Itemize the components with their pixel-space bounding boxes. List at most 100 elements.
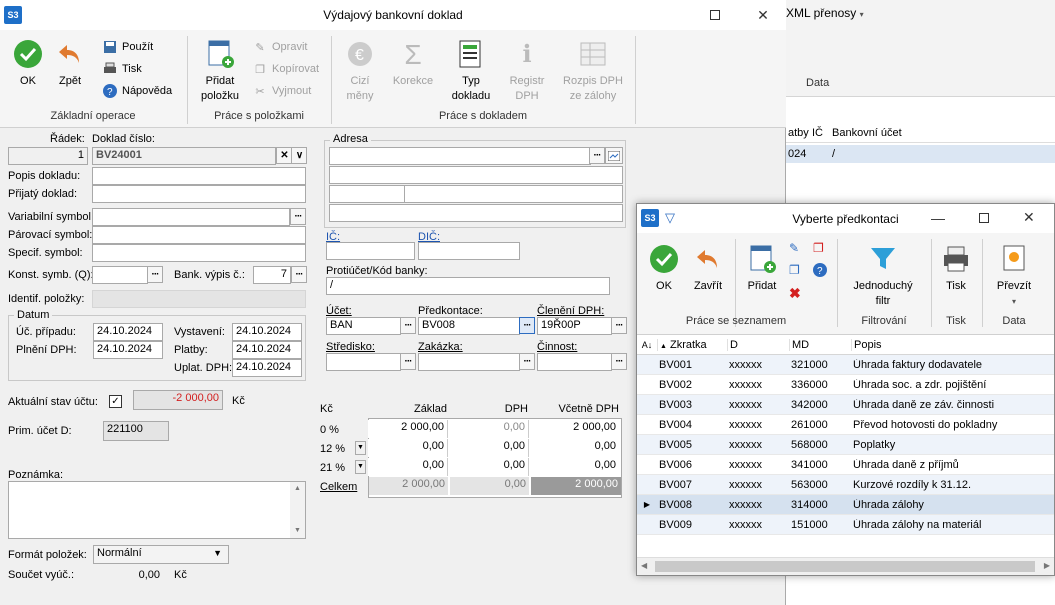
dic-field[interactable] — [418, 242, 520, 260]
browse-button[interactable]: ··· — [519, 353, 535, 370]
maximize-icon[interactable] — [979, 213, 989, 223]
address-zip-field[interactable] — [329, 185, 405, 203]
popup-add-button[interactable]: Přidat — [741, 243, 783, 294]
column-header-md[interactable]: MD — [789, 338, 851, 351]
address-book-icon[interactable] — [605, 147, 623, 164]
chevron-down-icon[interactable]: ∨ — [291, 147, 307, 164]
vat-amount-cell[interactable]: 0,00 — [450, 458, 529, 476]
issued-date-field[interactable]: 24.10.2024 — [232, 323, 302, 341]
account-field[interactable]: BAN — [326, 317, 401, 335]
table-row[interactable]: BV002 xxxxxx 336000 Úhrada soc. a zdr. poji… — [637, 375, 1054, 395]
center-field[interactable] — [326, 353, 401, 371]
add-item-button[interactable]: Přidat položku — [196, 38, 244, 104]
vat-class-field[interactable]: 19Ř00P — [537, 317, 612, 335]
clear-icon[interactable]: ✕ — [276, 147, 292, 164]
activity-field[interactable] — [537, 353, 612, 371]
item-format-select[interactable]: Normální ▼ — [93, 545, 229, 564]
vat-incl-cell[interactable]: 0,00 — [531, 439, 619, 457]
vat-base-cell[interactable]: 2 000,00 — [368, 420, 448, 438]
help-icon[interactable]: ? — [813, 263, 827, 280]
address-city-field[interactable] — [404, 185, 623, 203]
help-button[interactable]: ? Nápověda — [102, 80, 172, 102]
acc-case-date-field[interactable]: 24.10.2024 — [93, 323, 163, 341]
copy-icon[interactable]: ❐ — [789, 263, 803, 277]
table-row[interactable]: BV007 xxxxxx 563000 Kurzové rozdíly k 31.12… — [637, 475, 1054, 495]
sort-icon[interactable]: A↓ — [637, 340, 657, 350]
column-header-code[interactable]: ▲ Zkratka — [657, 338, 727, 351]
back-button[interactable]: Zpět — [50, 38, 90, 89]
browse-button[interactable]: ··· — [147, 266, 163, 283]
column-header-desc[interactable]: Popis — [851, 338, 1054, 351]
table-row[interactable]: BV006 xxxxxx 341000 Úhrada daně z příjmů — [637, 455, 1054, 475]
browse-button[interactable]: ··· — [519, 317, 535, 334]
note-scrollbar[interactable]: ▲ ▼ — [290, 482, 305, 538]
chevron-down-icon[interactable]: ▼ — [355, 460, 366, 474]
popup-close-button[interactable]: Zavřít — [689, 243, 727, 294]
popup-ok-button[interactable]: OK — [645, 243, 683, 294]
document-type-button[interactable]: Typ dokladu — [446, 38, 496, 104]
vat-register-button[interactable]: ℹ Registr DPH — [502, 38, 552, 104]
description-field[interactable] — [92, 167, 306, 185]
constant-symbol-field[interactable] — [92, 266, 148, 284]
pair-symbol-field[interactable] — [92, 226, 306, 244]
popup-print-button[interactable]: Tisk — [935, 243, 977, 294]
browse-button[interactable]: ··· — [400, 353, 416, 370]
simple-filter-button[interactable]: Jednoduchý filtr — [843, 243, 923, 309]
column-header-d[interactable]: D — [727, 338, 789, 351]
table-row[interactable]: BV001 xxxxxx 321000 Úhrada faktury dodavate… — [637, 355, 1054, 375]
variable-symbol-field[interactable] — [92, 208, 290, 226]
table-row[interactable]: BV005 xxxxxx 568000 Poplatky — [637, 435, 1054, 455]
note-textarea[interactable] — [8, 481, 306, 539]
vat-application-date-field[interactable]: 24.10.2024 — [232, 359, 302, 377]
vat-amount-cell[interactable]: 0,00 — [450, 439, 529, 457]
precontation-field[interactable]: BV008 — [418, 317, 520, 335]
ok-button[interactable]: OK — [8, 38, 48, 89]
horizontal-scrollbar[interactable]: ◀ ▶ — [637, 557, 1054, 575]
minimize-icon[interactable]: — — [931, 210, 945, 226]
foreign-currency-button[interactable]: € Cizí měny — [338, 38, 382, 104]
table-row[interactable]: BV003 xxxxxx 342000 Úhrada daně ze záv. čin… — [637, 395, 1054, 415]
close-icon[interactable]: ✕ — [1023, 209, 1035, 226]
correction-button[interactable]: Σ Korekce — [388, 38, 438, 89]
copy-button[interactable]: ❐ Kopírovat — [252, 58, 319, 80]
pencil-icon[interactable]: ✎ — [789, 241, 803, 255]
browse-button[interactable]: ··· — [291, 266, 307, 283]
address-country-field[interactable] — [329, 204, 623, 222]
copy-document-icon[interactable]: ❐ — [813, 241, 824, 255]
vat-incl-cell[interactable]: 0,00 — [531, 458, 619, 476]
browse-button[interactable]: ··· — [290, 208, 306, 225]
address-line-field[interactable] — [329, 166, 623, 184]
vat-base-cell[interactable]: 0,00 — [368, 458, 448, 476]
edit-button[interactable]: ✎ Opravit — [252, 36, 319, 58]
doc-number-field[interactable]: BV24001 — [92, 147, 276, 165]
vat-incl-cell[interactable]: 2 000,00 — [531, 420, 619, 438]
bank-statement-field[interactable]: 7 — [253, 266, 291, 284]
balance-checkbox[interactable]: ✓ — [109, 395, 122, 408]
table-row[interactable]: BV004 xxxxxx 261000 Převod hotovosti do pok… — [637, 415, 1054, 435]
ic-field[interactable] — [326, 242, 415, 260]
print-button[interactable]: Tisk — [102, 58, 172, 80]
vat-split-button[interactable]: Rozpis DPH ze zálohy — [558, 38, 628, 104]
browse-button[interactable]: ··· — [589, 147, 605, 164]
background-grid-row[interactable]: 024 / — [786, 145, 1055, 163]
specific-symbol-field[interactable] — [92, 244, 306, 262]
vat-base-cell[interactable]: 0,00 — [368, 439, 448, 457]
address-name-field[interactable] — [329, 147, 591, 165]
table-row[interactable]: BV009 xxxxxx 151000 Úhrada zálohy na materi… — [637, 515, 1054, 535]
maximize-icon[interactable] — [692, 0, 738, 30]
xml-transfers-button[interactable]: XML přenosy ▾ — [786, 6, 864, 20]
chevron-down-icon[interactable]: ▼ — [355, 441, 366, 455]
table-row[interactable]: ▶ BV008 xxxxxx 314000 Úhrada zálohy — [637, 495, 1054, 515]
counter-account-field[interactable]: / — [326, 277, 610, 295]
close-icon[interactable]: ✕ — [740, 0, 786, 30]
payment-date-field[interactable]: 24.10.2024 — [232, 341, 302, 359]
cut-button[interactable]: ✂ Vyjmout — [252, 80, 319, 102]
browse-button[interactable]: ··· — [611, 317, 627, 334]
browse-button[interactable]: ··· — [611, 353, 627, 370]
browse-button[interactable]: ··· — [400, 317, 416, 334]
received-doc-field[interactable] — [92, 185, 306, 203]
use-button[interactable]: Použít — [102, 36, 172, 58]
order-field[interactable] — [418, 353, 520, 371]
vat-date-field[interactable]: 24.10.2024 — [93, 341, 163, 359]
delete-icon[interactable]: ✖ — [789, 285, 801, 302]
